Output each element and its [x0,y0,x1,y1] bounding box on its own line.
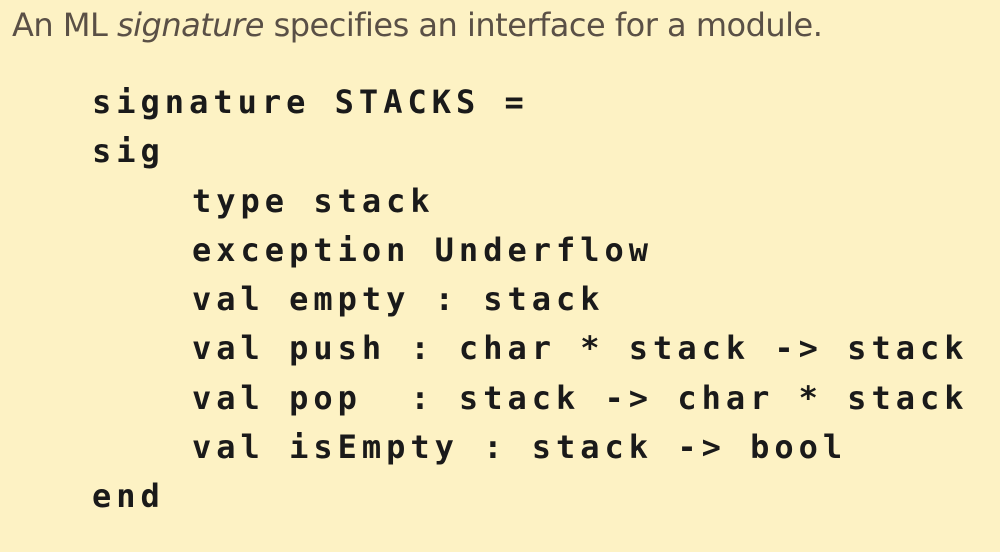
code-line-end: end [92,477,165,516]
slide: An ML signature specifies an interface f… [0,0,1000,552]
intro-sentence: An ML signature specifies an interface f… [12,6,823,44]
code-line-val-pop: val pop : stack -> char * stack [192,378,969,417]
intro-suffix: specifies an interface for a module. [263,6,823,44]
intro-emphasis: signature [116,6,264,44]
code-line-signature: signature STACKS = [92,83,529,121]
code-line-type: type stack [192,181,435,220]
code-line-exception: exception Underflow [192,230,654,269]
code-line-val-isempty: val isEmpty : stack -> bool [192,428,848,467]
code-line-val-push: val push : char * stack -> stack [192,329,969,368]
code-line-sig: sig [92,132,165,171]
intro-prefix: An ML [12,6,117,44]
code-block: signature STACKS = sig type stack except… [92,78,969,522]
code-line-val-empty: val empty : stack [192,280,605,319]
